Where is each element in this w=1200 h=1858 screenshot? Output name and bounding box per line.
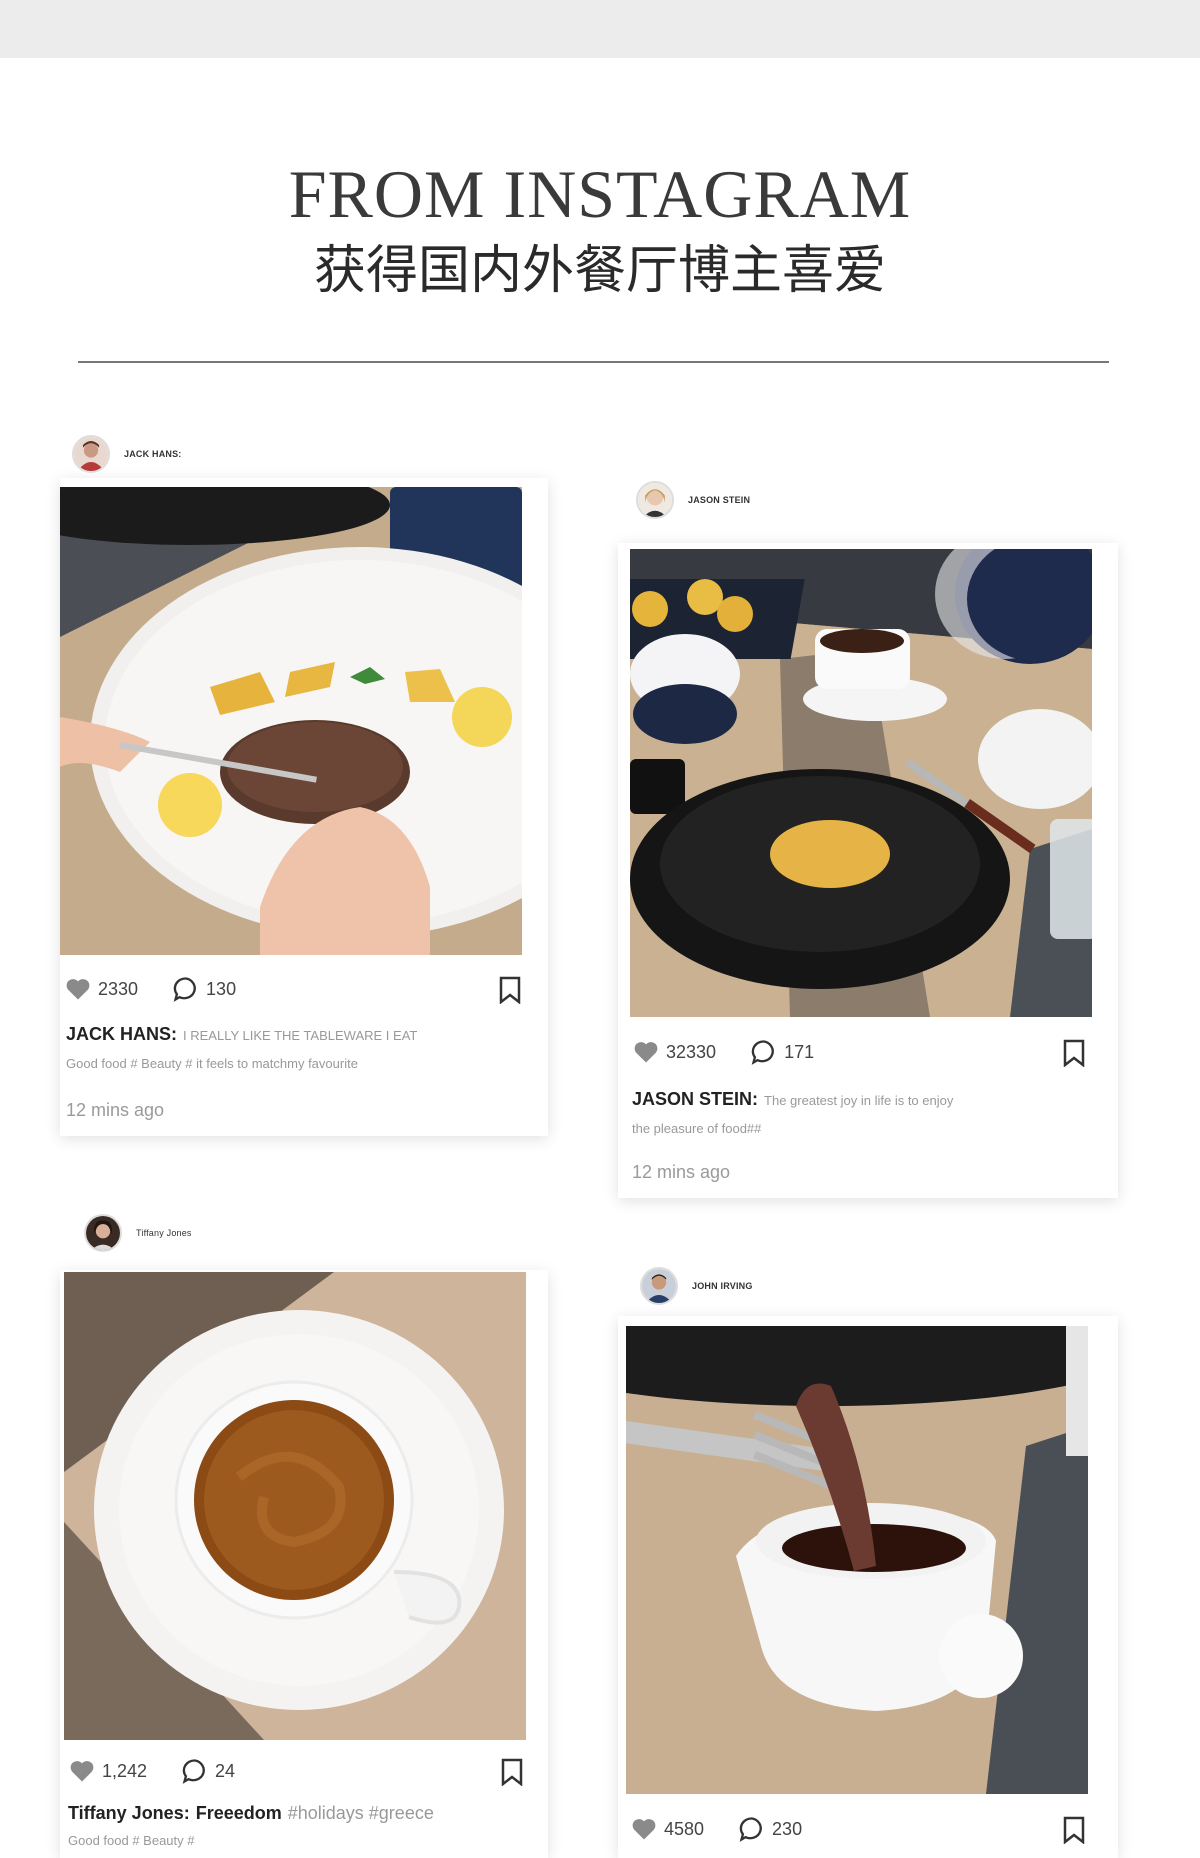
caption-text: The greatest joy in life is to enjoy <box>764 1093 954 1108</box>
post-username: JOHN IRVING <box>692 1281 753 1291</box>
comment-icon[interactable] <box>738 1815 766 1843</box>
like-count: 2330 <box>98 978 139 999</box>
top-bar <box>0 0 1200 58</box>
section-title-cn: 获得国内外餐厅博主喜爱 <box>313 241 886 301</box>
avatar <box>72 435 110 473</box>
post-4-user[interactable]: JOHN IRVING <box>640 1267 753 1305</box>
bookmark-icon[interactable] <box>1062 1039 1086 1067</box>
comment-group[interactable]: 24 <box>181 1757 235 1785</box>
bookmark-icon[interactable] <box>498 976 522 1004</box>
like-count: 32330 <box>666 1041 717 1062</box>
comment-icon[interactable] <box>181 1757 209 1785</box>
post-1-actions: 2330 130 <box>64 974 270 1004</box>
caption-line2: the pleasure of food## <box>632 1121 762 1136</box>
heart-icon[interactable] <box>64 975 92 1003</box>
post-2-actions: 32330 171 <box>632 1037 848 1067</box>
comment-group[interactable]: 130 <box>172 975 236 1003</box>
avatar <box>636 481 674 519</box>
post-2-time: 12 mins ago <box>632 1162 731 1182</box>
post-2-photo[interactable] <box>630 549 1092 1017</box>
post-1-time: 12 mins ago <box>66 1100 165 1120</box>
heart-icon[interactable] <box>632 1038 660 1066</box>
post-1-caption: JACK HANS: I REALLY LIKE THE TABLEWARE I … <box>66 1020 536 1078</box>
caption-author: JASON STEIN: <box>632 1089 759 1109</box>
like-count: 1,242 <box>102 1760 148 1781</box>
heart-icon[interactable] <box>630 1815 658 1843</box>
like-count: 4580 <box>664 1818 705 1839</box>
post-username: Tiffany Jones <box>136 1228 192 1238</box>
post-2-user[interactable]: JASON STEIN <box>636 481 750 519</box>
like-group[interactable]: 32330 <box>632 1038 716 1066</box>
post-username: JACK HANS: <box>124 449 182 459</box>
post-4-photo[interactable] <box>626 1326 1088 1794</box>
comment-icon[interactable] <box>750 1038 778 1066</box>
comment-count: 230 <box>772 1818 803 1839</box>
comment-count: 24 <box>215 1760 236 1781</box>
comment-count: 171 <box>784 1041 815 1062</box>
post-3-user[interactable]: Tiffany Jones <box>84 1214 192 1252</box>
like-group[interactable]: 1,242 <box>68 1757 147 1785</box>
like-group[interactable]: 2330 <box>64 975 138 1003</box>
post-3-photo[interactable] <box>64 1272 526 1740</box>
section-title-en: FROM INSTAGRAM <box>288 156 912 232</box>
comment-icon[interactable] <box>172 975 200 1003</box>
post-username: JASON STEIN <box>688 495 751 505</box>
bookmark-icon[interactable] <box>1062 1816 1086 1844</box>
caption-line2: Good food # Beauty # <box>68 1833 195 1848</box>
post-2-caption: JASON STEIN: The greatest joy in life is … <box>632 1085 1102 1143</box>
caption-author: Tiffany Jones: <box>68 1803 190 1823</box>
post-3-caption: Tiffany Jones: Freeedom #holidays #greece … <box>68 1800 538 1854</box>
post-4-actions: 4580 230 <box>630 1814 836 1844</box>
heart-icon[interactable] <box>68 1757 96 1785</box>
caption-author: JACK HANS: <box>66 1024 178 1044</box>
bookmark-icon[interactable] <box>500 1758 524 1786</box>
comment-count: 130 <box>206 978 237 999</box>
caption-text: Freeedom <box>195 1803 282 1823</box>
caption-line2: Good food # Beauty # it feels to matchmy… <box>66 1056 358 1071</box>
like-group[interactable]: 4580 <box>630 1815 704 1843</box>
comment-group[interactable]: 230 <box>738 1815 802 1843</box>
avatar <box>640 1267 678 1305</box>
section-divider <box>78 361 1109 363</box>
comment-group[interactable]: 171 <box>750 1038 814 1066</box>
avatar <box>84 1214 122 1252</box>
post-3-actions: 1,242 24 <box>68 1756 269 1786</box>
post-1-user[interactable]: JACK HANS: <box>72 435 182 473</box>
post-1-photo[interactable] <box>60 487 522 955</box>
caption-text: I REALLY LIKE THE TABLEWARE I EAT <box>183 1028 418 1043</box>
caption-tags: #holidays #greece <box>287 1803 434 1823</box>
